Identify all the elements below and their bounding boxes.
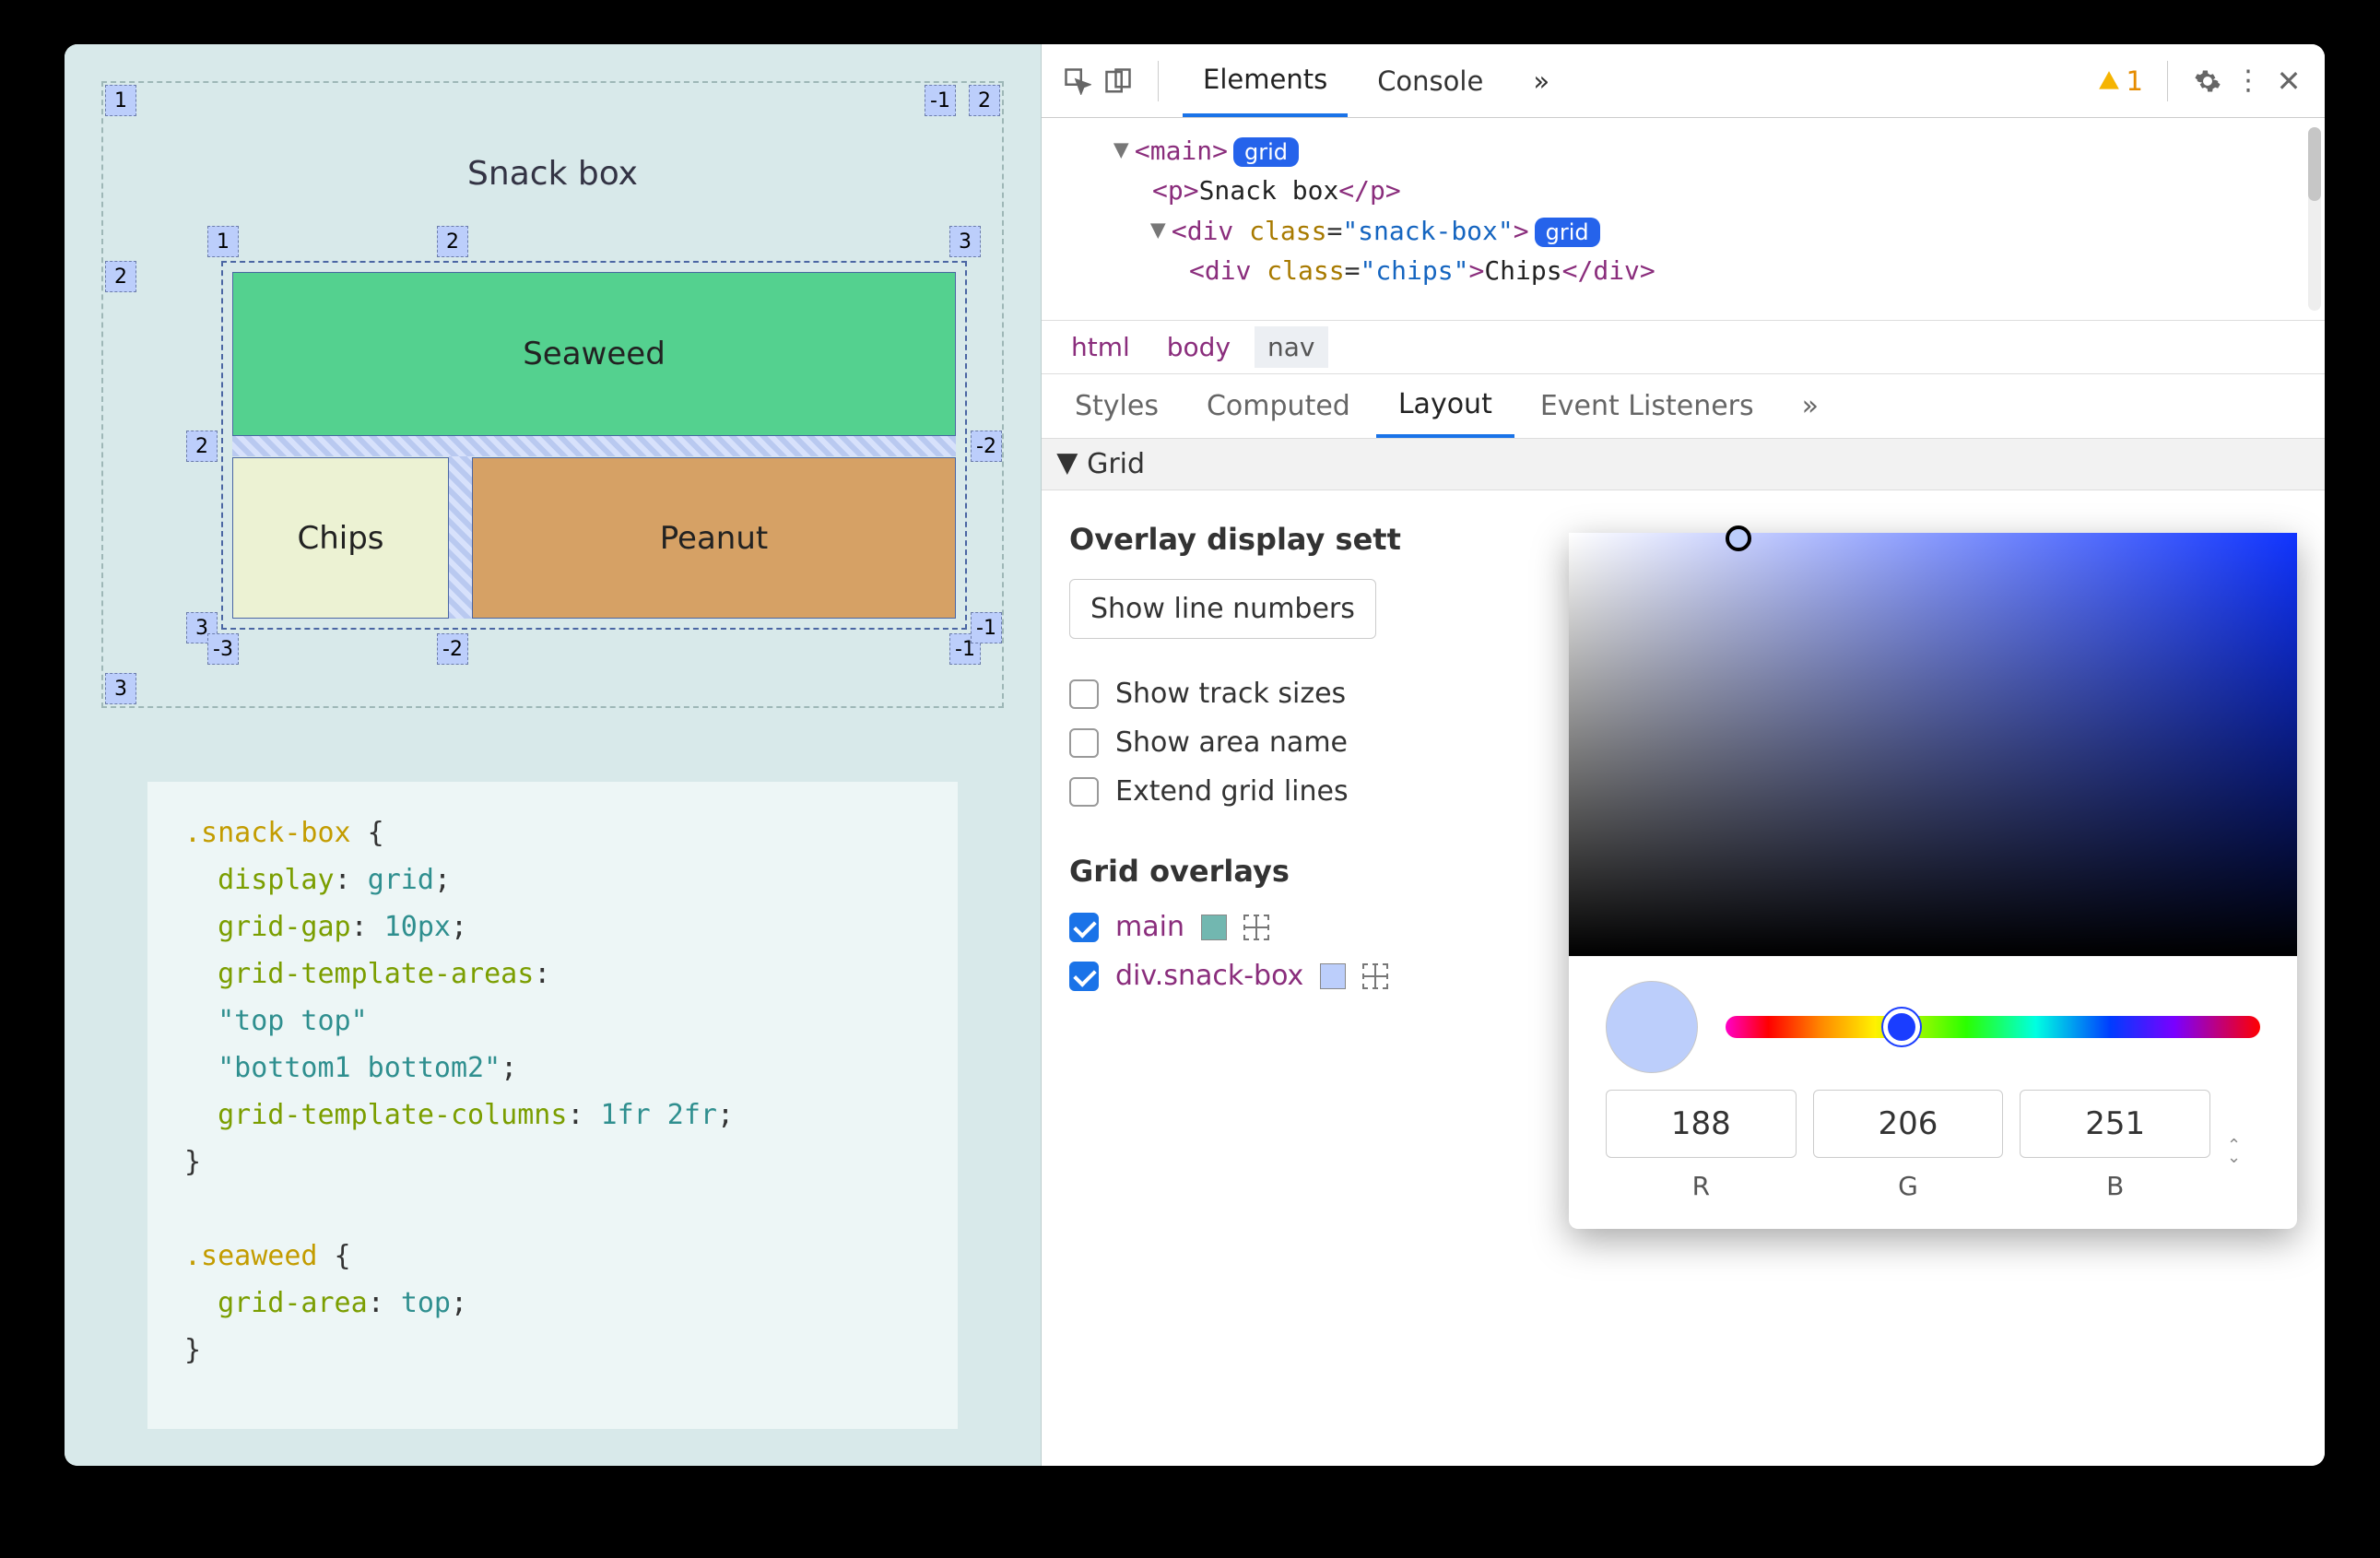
outer-grid-label: 1 xyxy=(105,85,136,116)
gear-icon[interactable] xyxy=(2192,65,2223,97)
input-g[interactable]: 206 xyxy=(1813,1090,2004,1158)
devtools-window: 1 -1 2 2 3 Snack box 1 2 3 2 -2 3 -3 -2 … xyxy=(65,44,2325,1466)
grid-gap-horizontal xyxy=(232,436,956,456)
grid-item-peanut: Peanut xyxy=(472,457,956,619)
tab-styles[interactable]: Styles xyxy=(1053,374,1181,438)
snackbox-grid: 1 2 3 2 -2 3 -3 -2 -1 -1 Seaweed Chips P… xyxy=(221,261,967,630)
color-mode-switch[interactable]: ⌃⌄ xyxy=(2227,1141,2260,1163)
sidebar-tabs: Styles Computed Layout Event Listeners » xyxy=(1042,374,2325,439)
outer-grid-label: -1 xyxy=(925,85,956,116)
grid-badge[interactable]: grid xyxy=(1535,218,1600,247)
close-icon[interactable]: ✕ xyxy=(2273,65,2304,97)
devtools-panel: Elements Console » 1 ⋮ ✕ ▶<main>grid <p>… xyxy=(1042,44,2325,1466)
crumb-nav[interactable]: nav xyxy=(1255,326,1327,368)
input-b[interactable]: 251 xyxy=(2020,1090,2210,1158)
outer-grid-label: 3 xyxy=(105,673,136,704)
checkbox-extend-lines[interactable] xyxy=(1069,777,1099,807)
demo-title: Snack box xyxy=(101,155,1004,193)
checkbox-overlay-main[interactable] xyxy=(1069,913,1099,942)
grid-item-chips: Chips xyxy=(232,457,449,619)
grid-line-label: 2 xyxy=(186,431,218,462)
grid-overlay-demo: 1 -1 2 2 3 Snack box 1 2 3 2 -2 3 -3 -2 … xyxy=(101,81,1004,708)
page-viewport: 1 -1 2 2 3 Snack box 1 2 3 2 -2 3 -3 -2 … xyxy=(65,44,1042,1466)
grid-line-label: -1 xyxy=(971,612,1002,643)
crumb-html[interactable]: html xyxy=(1058,326,1143,368)
tab-more[interactable]: » xyxy=(1780,374,1841,438)
tab-console[interactable]: Console xyxy=(1357,44,1503,117)
grid-line-label: 1 xyxy=(207,226,239,257)
hue-slider[interactable] xyxy=(1726,1016,2260,1038)
checkbox-track-sizes[interactable] xyxy=(1069,679,1099,709)
scrollbar-thumb[interactable] xyxy=(2308,127,2321,201)
tab-layout[interactable]: Layout xyxy=(1376,374,1514,438)
tab-elements[interactable]: Elements xyxy=(1183,44,1348,117)
grid-item-seaweed: Seaweed xyxy=(232,272,956,436)
color-swatch[interactable] xyxy=(1201,915,1227,940)
warning-badge[interactable]: 1 xyxy=(2097,65,2143,97)
checkbox-overlay-snackbox[interactable] xyxy=(1069,962,1099,991)
tab-event-listeners[interactable]: Event Listeners xyxy=(1518,374,1776,438)
input-r[interactable]: 188 xyxy=(1606,1090,1797,1158)
grid-line-label: -2 xyxy=(971,431,1002,462)
color-picker-popover: 188R 206G 251B ⌃⌄ xyxy=(1569,533,2297,1229)
grid-highlight-icon[interactable] xyxy=(1243,915,1269,940)
tab-computed[interactable]: Computed xyxy=(1184,374,1373,438)
color-swatch[interactable] xyxy=(1320,963,1346,989)
dom-tree[interactable]: ▶<main>grid <p>Snack box</p> ▶<div class… xyxy=(1042,118,2325,321)
devtools-toolbar: Elements Console » 1 ⋮ ✕ xyxy=(1042,44,2325,118)
checkbox-area-names[interactable] xyxy=(1069,728,1099,758)
grid-badge[interactable]: grid xyxy=(1233,137,1299,167)
grid-line-label: -3 xyxy=(207,633,239,665)
grid-line-label: 2 xyxy=(437,226,468,257)
hue-slider-handle[interactable] xyxy=(1883,1009,1920,1045)
outer-grid-label: 2 xyxy=(969,85,1000,116)
color-canvas[interactable] xyxy=(1569,533,2297,957)
kebab-icon[interactable]: ⋮ xyxy=(2233,65,2264,97)
grid-highlight-icon[interactable] xyxy=(1362,963,1388,989)
grid-section-header[interactable]: ▶Grid xyxy=(1042,439,2325,490)
code-sample: .snack-box { display: grid; grid-gap: 10… xyxy=(147,782,958,1429)
color-sample-swatch[interactable] xyxy=(1606,981,1698,1073)
inspect-icon[interactable] xyxy=(1062,65,1093,97)
line-numbers-select[interactable]: Show line numbers xyxy=(1069,579,1376,639)
outer-grid-label: 2 xyxy=(105,261,136,292)
crumb-body[interactable]: body xyxy=(1154,326,1243,368)
device-toggle-icon[interactable] xyxy=(1102,65,1134,97)
grid-line-label: -2 xyxy=(437,633,468,665)
tab-more[interactable]: » xyxy=(1513,44,1570,117)
grid-line-label: 3 xyxy=(949,226,981,257)
color-reticle[interactable] xyxy=(1726,525,1751,551)
breadcrumb: html body nav xyxy=(1042,321,2325,374)
